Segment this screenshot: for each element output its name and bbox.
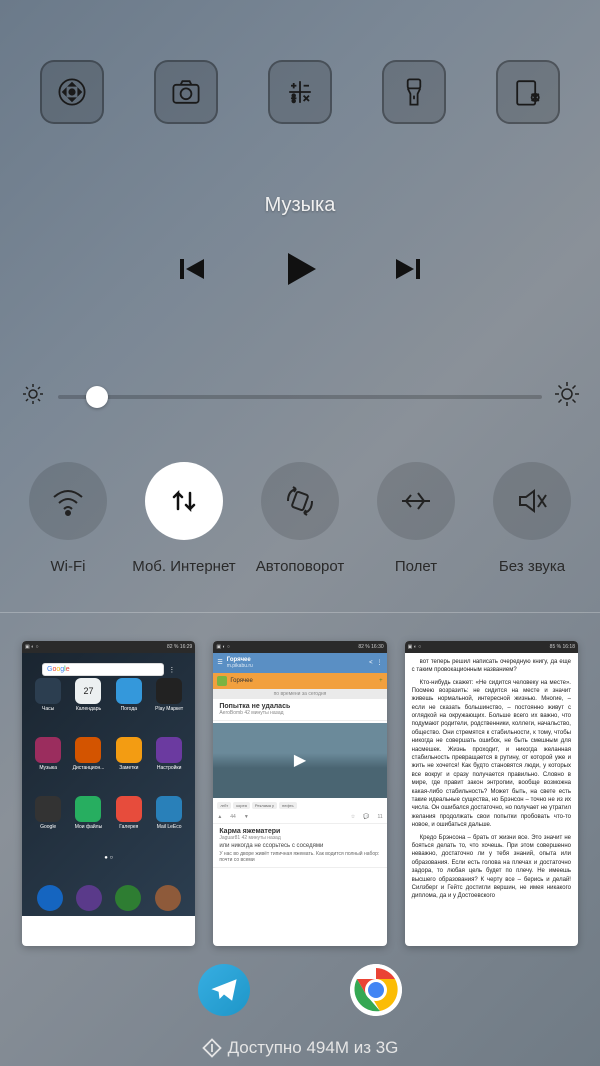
camera-button[interactable] [154,60,218,124]
recent-app-launcher[interactable]: ▣ ◐ ○82 % 16:29 Google ⋮ Часы 27Календар… [22,641,195,946]
calculator-button[interactable] [268,60,332,124]
toggles-row: Wi-Fi Моб. Интернет Автоповорот [0,432,600,587]
brightness-section [0,306,600,432]
mobile-data-label: Моб. Интернет [132,558,235,577]
brightness-low-icon [20,381,46,412]
previous-icon [176,253,208,285]
chrome-icon [350,964,402,1016]
music-section: Музыка [0,144,600,306]
brightness-high-icon [554,381,580,412]
brightness-slider[interactable] [58,395,542,399]
telegram-icon [206,972,242,1008]
screenshot-button[interactable] [496,60,560,124]
next-track-button[interactable] [392,253,424,290]
mobile-data-toggle[interactable]: Моб. Интернет [129,462,239,577]
dock-icons [0,946,600,1016]
camera-icon [168,74,204,110]
memory-status[interactable]: Доступно 494M из 3G [0,1038,600,1058]
recent-app-reader[interactable]: ▣ ◐ ○85 % 16:18 вот теперь решил написат… [405,641,578,946]
airplane-icon [398,483,434,519]
airplane-label: Полет [395,558,437,577]
autorotate-label: Автоповорот [256,558,345,577]
chrome-app-icon[interactable] [350,964,402,1016]
remote-icon [54,74,90,110]
music-controls [0,247,600,296]
mute-label: Без звука [499,558,565,577]
play-icon [278,247,322,291]
recent-apps-row: ▣ ◐ ○82 % 16:29 Google ⋮ Часы 27Календар… [0,613,600,946]
google-search: Google [42,663,164,676]
rotate-icon [282,483,318,519]
wifi-label: Wi-Fi [51,558,86,577]
telegram-app-icon[interactable] [198,964,250,1016]
next-icon [392,253,424,285]
calculator-icon [282,74,318,110]
mute-icon [514,483,550,519]
wifi-icon [50,483,86,519]
airplane-toggle[interactable]: Полет [361,462,471,577]
flashlight-button[interactable] [382,60,446,124]
remote-button[interactable] [40,60,104,124]
data-icon [166,483,202,519]
mute-toggle[interactable]: Без звука [477,462,587,577]
previous-track-button[interactable] [176,253,208,290]
screenshot-icon [510,74,546,110]
quick-actions-row [0,0,600,144]
autorotate-toggle[interactable]: Автоповорот [245,462,355,577]
brightness-thumb[interactable] [86,386,108,408]
flashlight-icon [396,74,432,110]
music-title: Музыка [0,194,600,217]
cleanup-icon [202,1038,222,1058]
wifi-toggle[interactable]: Wi-Fi [13,462,123,577]
play-button[interactable] [278,247,322,296]
recent-app-browser[interactable]: ▣ ◐ ○82 % 16:30 ☰Горячееm.pikabu.ru<⋮ Го… [213,641,386,946]
